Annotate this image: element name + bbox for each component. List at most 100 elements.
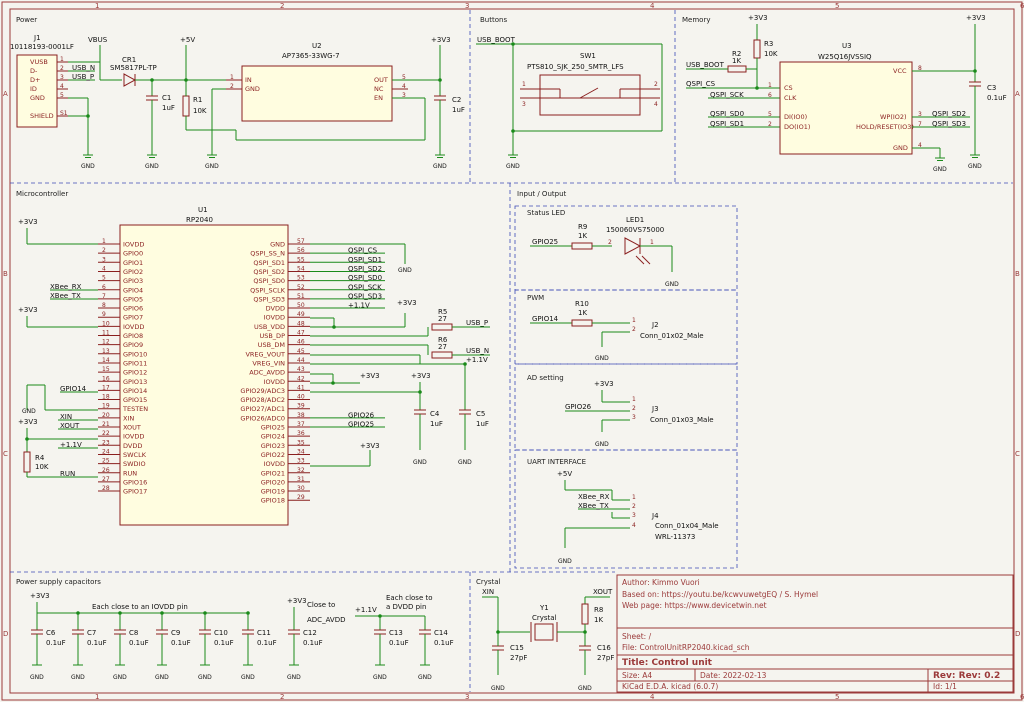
- u1-right-pin-label: GPIO29/ADC3: [240, 387, 285, 395]
- u1-left-pin-label: GPIO2: [123, 268, 143, 276]
- gnd-j2: GND: [595, 355, 609, 362]
- u1-ref: U1: [198, 206, 208, 214]
- u3-right-label: HOLD/RESET(IO3): [856, 123, 914, 131]
- cap-value-c12: 0.1uF: [303, 639, 323, 647]
- u1-left-pin-label: GPIO1: [123, 259, 143, 267]
- u1-left-pin-label: XOUT: [123, 424, 141, 432]
- u2-ref: U2: [312, 42, 322, 50]
- net-3v3-mcu-e: +3V3: [360, 372, 380, 380]
- cap-ref-c9: C9: [171, 629, 180, 637]
- u1-left-pin-num: 24: [102, 448, 110, 455]
- u1-right-pin-label: GPIO21: [261, 469, 285, 477]
- u1-right-pin-num: 46: [297, 339, 305, 346]
- r4-ref: R4: [35, 454, 45, 462]
- section-buttons: Buttons: [480, 16, 507, 24]
- tb-tool: KiCad E.D.A. kicad (6.0.7): [622, 682, 718, 691]
- cap-ref-c14: C14: [434, 629, 448, 637]
- cr1-value: SM5817PL-TP: [110, 64, 157, 72]
- r10-ref: R10: [575, 300, 589, 308]
- cap-value-c14: 0.1uF: [434, 639, 454, 647]
- gnd-j1: GND: [81, 163, 95, 170]
- section-microcontroller: Microcontroller: [16, 190, 68, 198]
- u3-right-label: VCC: [893, 67, 907, 75]
- u1-right-pin-num: 30: [297, 485, 305, 492]
- u1-right-pin-label: GPIO20: [261, 478, 285, 486]
- u1-right-pin-label: GPIO28/ADC2: [240, 396, 285, 404]
- grid-row-right-C: C: [1015, 450, 1020, 458]
- j1-pin-label: GND: [30, 94, 45, 102]
- flash-u3[interactable]: [779, 61, 913, 155]
- u1-right-pin-label: QSPI_SD3: [253, 295, 285, 303]
- net-1v1-mcu: +1.1V: [60, 441, 82, 449]
- grid-row-left-C: C: [3, 450, 8, 458]
- tb-date: Date: 2022-02-13: [700, 671, 767, 680]
- cap-gnd-label: GND: [373, 674, 387, 681]
- r2-value: 1K: [732, 57, 741, 65]
- net-qspi-sck-mem: QSPI_SCK: [710, 91, 744, 99]
- u1-left-pin-label: GPIO13: [123, 378, 147, 386]
- u1-right-pin-label: IOVDD: [264, 460, 285, 468]
- u3-left-num: 2: [768, 121, 772, 128]
- u1-left-pin-label: GPIO17: [123, 488, 147, 496]
- c3-ref: C3: [987, 84, 996, 92]
- u1-right-pin-label: QSPI_SD0: [253, 277, 285, 285]
- led1-pin1: 1: [650, 239, 654, 246]
- u1-right-pin-label: QSPI_SD1: [253, 259, 285, 267]
- u2-right-label: NC: [374, 85, 384, 93]
- u1-right-pin-label: ADC_AVDD: [249, 369, 285, 377]
- c4-value: 1uF: [430, 420, 443, 428]
- u1-left-pin-label: IOVDD: [123, 241, 144, 249]
- u1-left-pin-label: GPIO15: [123, 396, 147, 404]
- cap-ref-c12: C12: [303, 629, 317, 637]
- u1-right-net-label: QSPI_SD3: [348, 292, 382, 300]
- r8-value: 1K: [594, 616, 603, 624]
- u1-right-pin-num: 50: [297, 302, 305, 309]
- cap-ref-c6: C6: [46, 629, 56, 637]
- sw1-pin1: 1: [522, 81, 526, 88]
- u1-left-pin-num: 2: [102, 247, 106, 254]
- j2-pin1: 1: [632, 317, 636, 324]
- u2-right-num: 4: [402, 83, 406, 90]
- net-gpio25-io: GPIO25: [532, 238, 558, 246]
- c5-value: 1uF: [476, 420, 489, 428]
- u1-left-pin-num: 17: [102, 384, 110, 391]
- u3-left-num: 5: [768, 111, 772, 118]
- caps-note2b: ADC_AVDD: [307, 616, 345, 624]
- r8-ref: R8: [594, 606, 603, 614]
- u1-left-pin-num: 21: [102, 421, 110, 428]
- r4-value: 10K: [35, 463, 49, 471]
- sw1-pin3: 3: [522, 101, 526, 108]
- net-run-mcu: RUN: [60, 470, 75, 478]
- net-xout-mcu: XOUT: [60, 422, 80, 430]
- net-xin-mcu: XIN: [60, 413, 72, 421]
- gnd-c15: GND: [491, 685, 505, 692]
- cap-junction: [76, 611, 80, 615]
- net-xbee-tx-mcu: XBee_TX: [50, 292, 81, 300]
- u3-right-label: GND: [893, 144, 908, 152]
- regulator-u2[interactable]: [241, 65, 393, 122]
- section-uart: UART INTERFACE: [527, 458, 586, 466]
- u1-right-pin-label: GPIO27/ADC1: [240, 405, 285, 413]
- c16-value: 27pF: [597, 654, 614, 662]
- r9-value: 1K: [578, 232, 587, 240]
- j1-pin-number: 1: [60, 56, 64, 63]
- net-3v3-mcu-b: +3V3: [18, 306, 38, 314]
- u2-left-label: GND: [245, 85, 260, 93]
- u1-left-pin-label: GPIO14: [123, 387, 147, 395]
- j4-pin1: 1: [632, 494, 636, 501]
- cap-ref-c7: C7: [87, 629, 96, 637]
- grid-col-bottom-1: 1: [95, 693, 99, 701]
- u1-left-pin-num: 22: [102, 430, 110, 437]
- section-power: Power: [16, 16, 37, 24]
- cap-value-c13: 0.1uF: [389, 639, 409, 647]
- c15-ref: C15: [510, 644, 524, 652]
- u1-right-pin-label: GPIO24: [261, 433, 285, 441]
- net-usb-p-j1: USB_P: [72, 73, 94, 81]
- u2-value: AP7365-33WG-7: [282, 52, 340, 60]
- u1-left-pin-num: 4: [102, 265, 106, 272]
- y1-value: Crystal: [532, 614, 557, 622]
- u1-right-pin-label: GPIO26/ADC0: [240, 414, 285, 422]
- gnd-c3: GND: [968, 163, 982, 170]
- net-usb-n-j1: USB_N: [72, 64, 95, 72]
- u1-left-pin-num: 14: [102, 357, 110, 364]
